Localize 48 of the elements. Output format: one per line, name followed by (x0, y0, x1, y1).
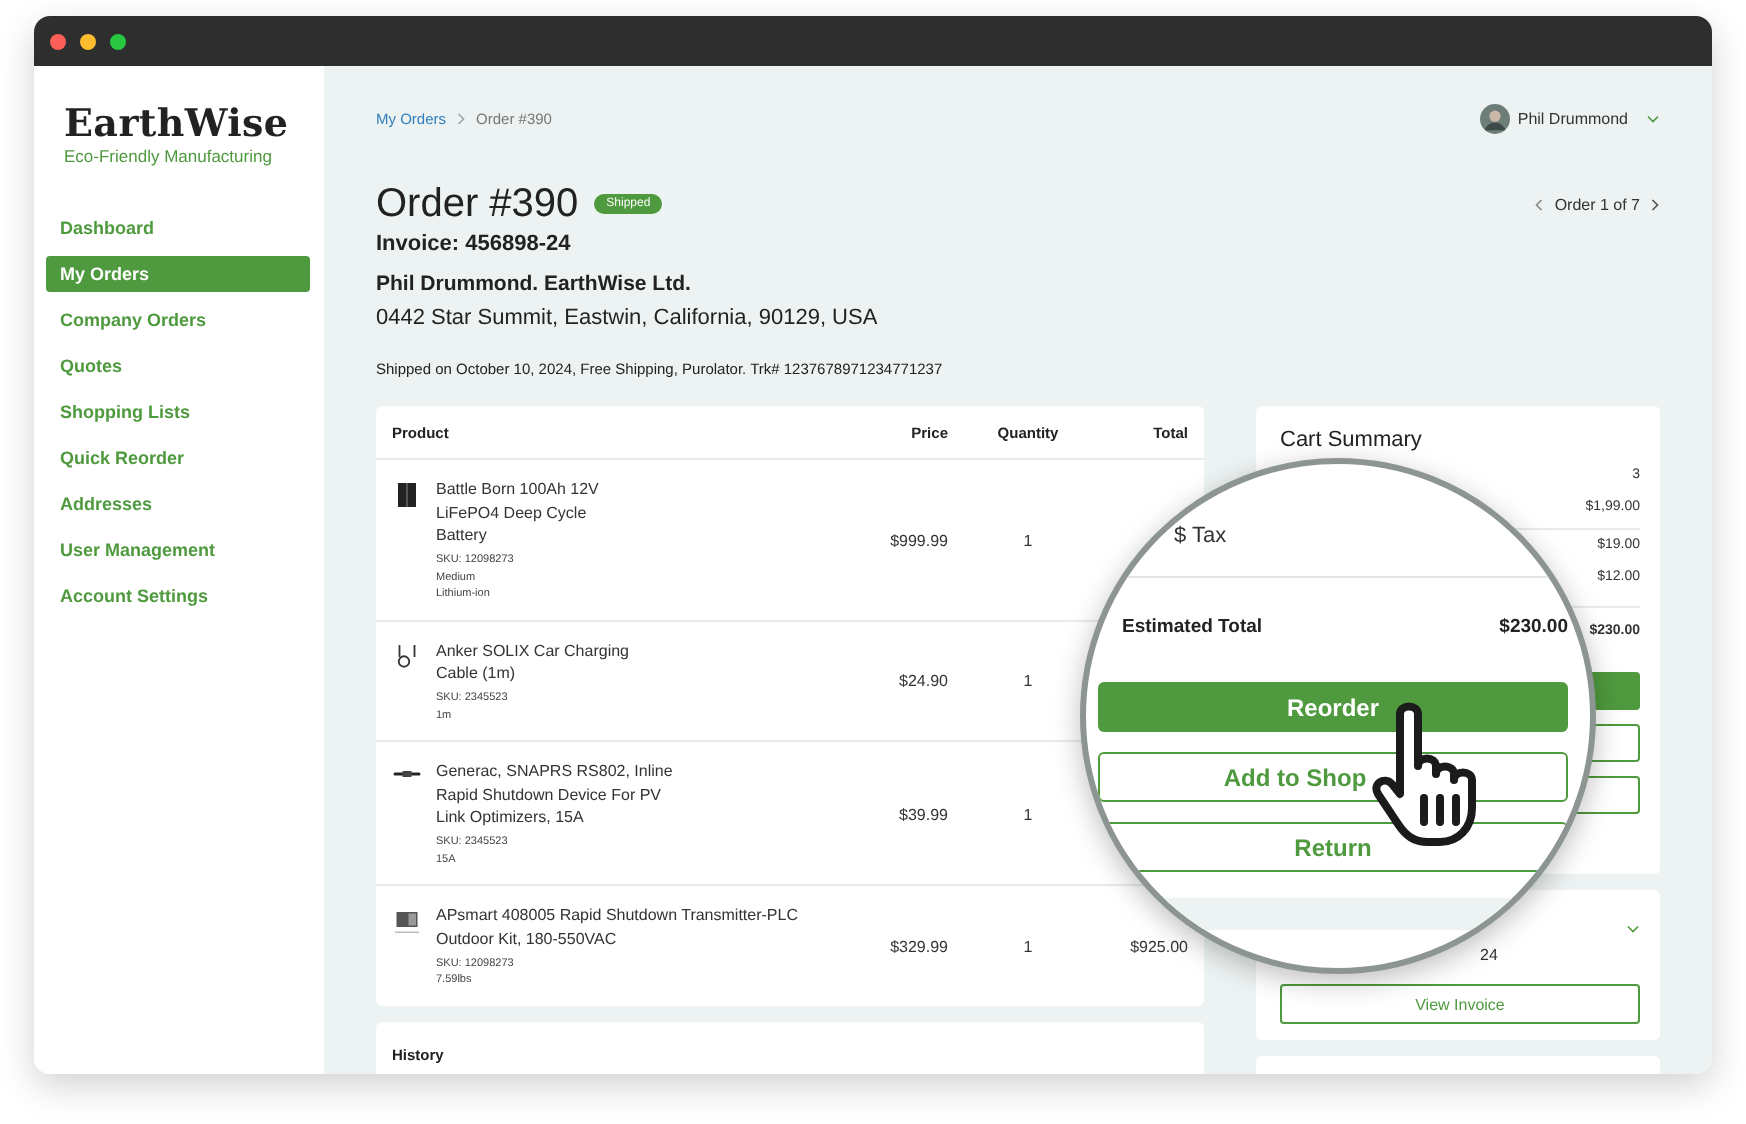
invoice-number: Invoice: 456898-24 (376, 230, 573, 258)
address: 0442 Star Summit, Eastwin, California, 90129, USA (376, 304, 880, 334)
customer-name: Phil Drummond. EarthWise Ltd. (376, 270, 693, 298)
product-name[interactable]: Anker SOLIX Car Charging Cable (1m) (436, 639, 636, 687)
sidebar-item[interactable]: Shopping Lists (46, 394, 310, 430)
table-cell-text: 1 (1021, 531, 1035, 550)
table-cell-text: $39.99 (897, 805, 948, 824)
close-icon[interactable] (50, 33, 66, 49)
product-name[interactable]: Generac, SNAPRS RS802, Inline Rapid Shutdown Device For PV Link Optimizers, 15A (436, 760, 680, 831)
maximize-icon[interactable] (110, 33, 126, 49)
product-name[interactable]: Battle Born 100Ah 12V LiFePO4 Deep Cycle Battery (436, 478, 636, 549)
brand-name: EarthWise (64, 102, 291, 146)
sidebar-item[interactable]: Quotes (46, 348, 310, 384)
sidebar-item[interactable]: Dashboard (46, 210, 310, 246)
cart-summary-title: Cart Summary (1280, 428, 1424, 452)
table-cell-text: 1 (1021, 937, 1035, 956)
battery-icon (392, 480, 422, 510)
table-cell-text: 1 (1021, 805, 1035, 824)
box-icon (392, 906, 422, 937)
table-cell-text: 1 (1021, 672, 1035, 691)
action-button[interactable]: Reorder (1098, 682, 1568, 732)
minimize-icon[interactable] (80, 33, 96, 49)
chevron-right-icon (456, 111, 467, 125)
view-invoice-button[interactable]: View Invoice (1280, 984, 1640, 1024)
tax-label: $ Tax (1098, 524, 1590, 578)
sidebar-item[interactable]: User Management (46, 532, 310, 568)
sidebar-item[interactable]: Quick Reorder (46, 440, 310, 476)
caret-icon[interactable] (1646, 113, 1660, 123)
sidebar-item[interactable]: Addresses (46, 486, 310, 522)
sidebar-item[interactable]: My Orders (46, 256, 310, 292)
order-title: Order #390 (376, 180, 579, 228)
table-cell: $925.00 (1130, 937, 1188, 956)
user-name[interactable]: Phil Drummond (1517, 109, 1628, 127)
avatar-icon[interactable] (1479, 103, 1510, 133)
table-cell-text: $999.99 (888, 531, 948, 550)
chevron-down-icon[interactable] (1626, 923, 1640, 933)
product-name[interactable]: APsmart 408005 Rapid Shutdown Transmitter-PLC Outdoor Kit, 180-550VAC (436, 904, 836, 952)
invoice-text: 24 (1480, 946, 1498, 964)
total-value: $230.00 (1499, 616, 1568, 638)
pager-label: Order 1 of 7 (1554, 195, 1640, 213)
brand-tagline: Eco-Friendly Manufacturing (64, 146, 274, 166)
sidebar-item[interactable]: Company Orders (46, 302, 310, 338)
chevron-right-icon[interactable] (1650, 197, 1660, 211)
chevron-left-icon[interactable] (1534, 197, 1545, 211)
total-label: Estimated Total (1122, 616, 1263, 638)
table-cell-text: $329.99 (888, 937, 948, 956)
sidebar-item[interactable]: Account Settings (46, 578, 310, 614)
table-cell-text: $24.90 (897, 672, 948, 691)
